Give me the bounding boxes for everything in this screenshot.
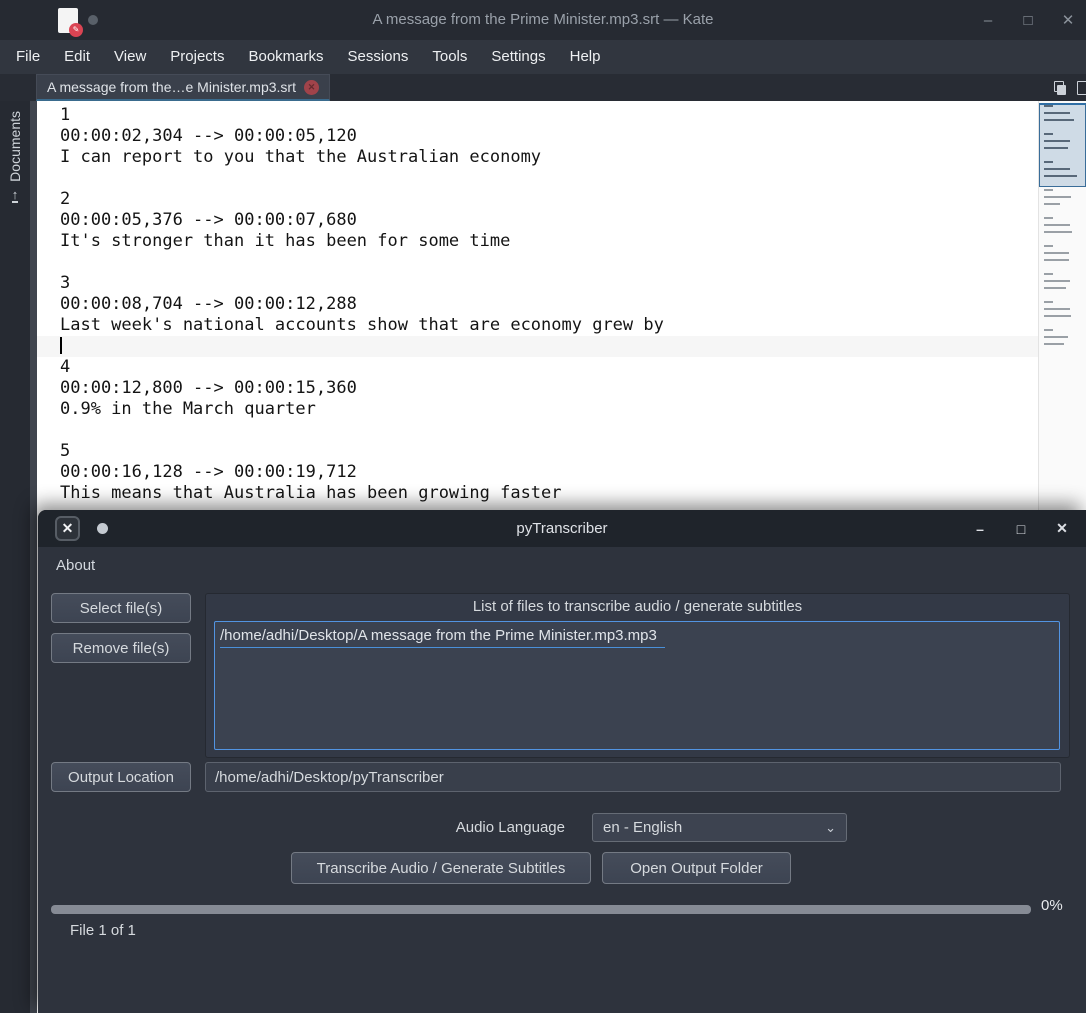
kate-menu-item[interactable]: Projects — [158, 40, 236, 74]
file-counter: File 1 of 1 — [70, 922, 136, 939]
kate-menu-item[interactable]: Edit — [52, 40, 102, 74]
editor-line — [37, 336, 1038, 357]
sidebar-item-documents[interactable]: Documents ↑ — [0, 101, 30, 281]
pytranscriber-titlebar: ✕ pyTranscriber – □ ✕ — [38, 510, 1086, 547]
kate-tabbar: A message from the…e Minister.mp3.srt ✕ — [0, 74, 1086, 101]
kate-menu-item[interactable]: Settings — [479, 40, 557, 74]
documents-dock-label: Documents — [7, 111, 23, 182]
documents-stack-icon[interactable] — [1053, 80, 1067, 95]
chevron-down-icon: ⌄ — [825, 819, 836, 835]
new-document-icon[interactable] — [1077, 80, 1086, 95]
kate-menu-item[interactable]: View — [102, 40, 158, 74]
editor-line: 00:00:12,800 --> 00:00:15,360 — [60, 378, 357, 398]
tab-close-icon[interactable]: ✕ — [303, 79, 319, 95]
kate-menu-item[interactable]: Sessions — [336, 40, 421, 74]
editor-line: 00:00:16,128 --> 00:00:19,712 — [60, 462, 357, 482]
progress-percent: 0% — [1041, 897, 1063, 914]
kate-titlebar: ✎ A message from the Prime Minister.mp3.… — [0, 0, 1086, 40]
editor-line: 1 — [60, 105, 71, 125]
audio-language-label: Audio Language — [455, 819, 565, 836]
kate-maximize-button[interactable]: □ — [1020, 12, 1036, 29]
editor-line: 3 — [60, 273, 71, 293]
upload-arrow-icon: ↑ — [11, 186, 19, 203]
kate-tab-label: A message from the…e Minister.mp3.srt — [47, 79, 296, 95]
pytranscriber-minimize-button[interactable]: – — [972, 521, 988, 537]
audio-language-select[interactable]: en - English ⌄ — [592, 813, 847, 842]
kate-window-title: A message from the Prime Minister.mp3.sr… — [372, 11, 714, 28]
output-location-field[interactable] — [205, 762, 1061, 792]
kate-minimize-button[interactable]: – — [980, 12, 996, 29]
select-files-button[interactable]: Select file(s) — [51, 593, 191, 623]
editor-line: 5 — [60, 441, 71, 461]
kate-left-dock: Documents ↑ — [0, 101, 30, 1013]
progress-bar — [51, 905, 1031, 914]
editor-line: 00:00:02,304 --> 00:00:05,120 — [60, 126, 357, 146]
pytranscriber-window-title: pyTranscriber — [516, 520, 608, 537]
kate-close-button[interactable]: ✕ — [1060, 11, 1076, 29]
editor-line: Last week's national accounts show that … — [60, 315, 664, 335]
editor-line: It's stronger than it has been for some … — [60, 231, 511, 251]
editor-icon-border — [30, 101, 37, 1013]
editor-line: 2 — [60, 189, 71, 209]
open-output-folder-button[interactable]: Open Output Folder — [602, 852, 791, 884]
kate-menu-item[interactable]: Help — [558, 40, 613, 74]
pytranscriber-menubar: About — [38, 547, 1086, 584]
file-list-title: List of files to transcribe audio / gene… — [472, 598, 803, 615]
file-list[interactable]: /home/adhi/Desktop/A message from the Pr… — [214, 621, 1060, 750]
kate-document-tab[interactable]: A message from the…e Minister.mp3.srt ✕ — [36, 74, 330, 101]
transcribe-button[interactable]: Transcribe Audio / Generate Subtitles — [291, 852, 591, 884]
file-list-item[interactable]: /home/adhi/Desktop/A message from the Pr… — [220, 625, 665, 648]
editor-line: I can report to you that the Australian … — [60, 147, 542, 167]
minimap-viewport[interactable] — [1039, 103, 1086, 187]
pytranscriber-menu-item[interactable]: About — [38, 547, 113, 584]
kate-menubar: File Edit View Projects Bookmarks Sessions Too… — [0, 40, 1086, 74]
editor-line: 00:00:08,704 --> 00:00:12,288 — [60, 294, 357, 314]
editor-line: 4 — [60, 357, 71, 377]
pytranscriber-window: ✕ pyTranscriber – □ ✕ About Select file(… — [38, 510, 1086, 1013]
remove-files-button[interactable]: Remove file(s) — [51, 633, 191, 663]
audio-language-value: en - English — [603, 819, 683, 836]
kate-menu-item[interactable]: Tools — [420, 40, 479, 74]
editor-line: 00:00:05,376 --> 00:00:07,680 — [60, 210, 357, 230]
pytranscriber-maximize-button[interactable]: □ — [1013, 521, 1029, 537]
file-list-groupbox: List of files to transcribe audio / gene… — [205, 593, 1070, 758]
output-location-button[interactable]: Output Location — [51, 762, 191, 792]
pytranscriber-close-button[interactable]: ✕ — [1054, 520, 1070, 537]
kate-menu-item[interactable]: File — [4, 40, 52, 74]
editor-line: This means that Australia has been growi… — [60, 483, 562, 503]
editor-line: 0.9% in the March quarter — [60, 399, 316, 419]
kate-menu-item[interactable]: Bookmarks — [236, 40, 335, 74]
